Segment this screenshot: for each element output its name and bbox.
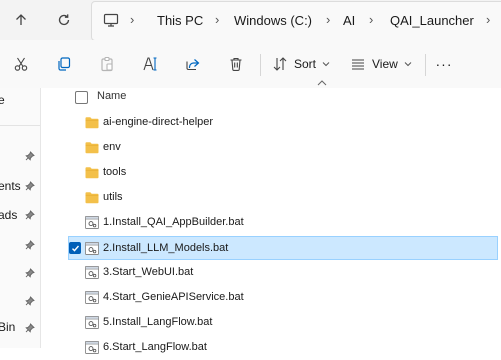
breadcrumb-this-pc[interactable]: This PC	[157, 13, 203, 28]
nav-item-label[interactable]: ads	[0, 208, 17, 222]
rename-icon	[143, 57, 157, 71]
navigation-pane: e ents ads Bin	[0, 88, 41, 348]
file-row[interactable]: utils	[69, 186, 499, 210]
nav-item-label[interactable]: ents	[0, 179, 21, 193]
sort-button[interactable]: Sort	[272, 52, 332, 76]
file-row[interactable]: ai-engine-direct-helper	[69, 111, 499, 135]
batch-file-icon	[85, 216, 99, 229]
file-name: 4.Start_GenieAPIService.bat	[103, 291, 244, 303]
folder-icon	[85, 141, 99, 154]
file-row[interactable]: 1.Install_QAI_AppBuilder.bat	[69, 211, 499, 235]
pin-icon[interactable]	[25, 240, 35, 250]
copy-button[interactable]	[53, 52, 75, 76]
nav-item-label[interactable]: e	[0, 93, 5, 107]
file-name: 2.Install_LLM_Models.bat	[103, 242, 229, 254]
chevron-down-icon	[322, 62, 330, 67]
more-options-button[interactable]: ···	[432, 52, 456, 76]
nav-divider	[0, 125, 40, 126]
breadcrumb-qai-launcher[interactable]: QAI_Launcher	[390, 13, 474, 28]
pin-icon[interactable]	[25, 181, 35, 191]
refresh-button[interactable]	[51, 7, 77, 33]
pin-icon[interactable]	[25, 296, 35, 306]
view-label: View	[372, 57, 398, 71]
address-bar[interactable]: › This PC › Windows (C:) › AI › QAI_Laun…	[91, 1, 501, 41]
command-bar: Sort View ···	[0, 40, 501, 88]
navigation-bar: › This PC › Windows (C:) › AI › QAI_Laun…	[0, 0, 501, 41]
copy-icon	[58, 57, 71, 71]
clipboard-icon	[101, 56, 113, 72]
file-row[interactable]: 5.Install_LangFlow.bat	[69, 311, 499, 335]
batch-file-icon	[85, 291, 99, 304]
pin-icon[interactable]	[25, 210, 35, 220]
row-checkbox[interactable]	[69, 242, 81, 254]
folder-icon	[85, 166, 99, 179]
share-button[interactable]	[182, 52, 204, 76]
view-button[interactable]: View	[350, 52, 414, 76]
toolbar-divider	[260, 54, 261, 76]
checkmark-icon	[71, 245, 79, 252]
file-row[interactable]: 2.Install_LLM_Models.bat	[68, 236, 498, 260]
sort-ascending-icon	[317, 80, 327, 86]
batch-file-icon	[85, 242, 99, 255]
arrow-up-icon	[16, 14, 26, 25]
chevron-down-icon	[404, 62, 412, 67]
file-name: utils	[103, 191, 123, 203]
list-view-icon	[352, 59, 364, 70]
scissors-icon	[14, 57, 28, 71]
breadcrumb-separator: ›	[486, 12, 491, 27]
file-row[interactable]: 6.Start_LangFlow.bat	[69, 336, 499, 360]
trash-icon	[230, 57, 242, 71]
breadcrumb-separator: ›	[326, 12, 331, 27]
breadcrumb-ai[interactable]: AI	[343, 13, 355, 28]
nav-item-recycle-bin[interactable]: Bin	[0, 320, 15, 334]
rename-button[interactable]	[139, 52, 161, 76]
sort-label: Sort	[294, 57, 317, 71]
breadcrumb-separator: ›	[130, 12, 135, 27]
computer-icon	[103, 13, 119, 27]
breadcrumb-windows-c[interactable]: Windows (C:)	[234, 13, 312, 28]
file-name: 6.Start_LangFlow.bat	[103, 341, 207, 353]
file-name: 1.Install_QAI_AppBuilder.bat	[103, 216, 244, 228]
sort-icon	[273, 57, 287, 71]
column-header-name[interactable]: Name	[97, 90, 126, 102]
breadcrumb-separator: ›	[369, 12, 374, 27]
file-name: tools	[103, 166, 127, 178]
file-name: env	[103, 141, 121, 153]
toolbar-divider	[425, 54, 426, 76]
batch-file-icon	[85, 266, 99, 279]
folder-icon	[85, 191, 99, 204]
file-name: 5.Install_LangFlow.bat	[103, 316, 213, 328]
breadcrumb-separator: ›	[215, 12, 220, 27]
folder-icon	[85, 116, 99, 129]
file-list-view: Name ai-engine-direct-helper env tools util…	[41, 80, 501, 354]
share-icon	[186, 59, 200, 71]
file-name: 3.Start_WebUI.bat	[103, 266, 194, 278]
pin-icon[interactable]	[25, 323, 35, 333]
up-button[interactable]	[8, 7, 34, 33]
file-row[interactable]: 4.Start_GenieAPIService.bat	[69, 286, 499, 310]
select-all-checkbox[interactable]	[75, 91, 88, 104]
delete-button[interactable]	[225, 52, 247, 76]
pin-icon[interactable]	[25, 268, 35, 278]
file-row[interactable]: env	[69, 136, 499, 160]
refresh-icon	[58, 14, 70, 26]
file-row[interactable]: 3.Start_WebUI.bat	[69, 261, 499, 285]
file-name: ai-engine-direct-helper	[103, 116, 214, 128]
cut-button[interactable]	[10, 52, 32, 76]
pin-icon[interactable]	[25, 151, 35, 161]
batch-file-icon	[85, 316, 99, 329]
paste-button[interactable]	[96, 52, 118, 76]
file-row[interactable]: tools	[69, 161, 499, 185]
